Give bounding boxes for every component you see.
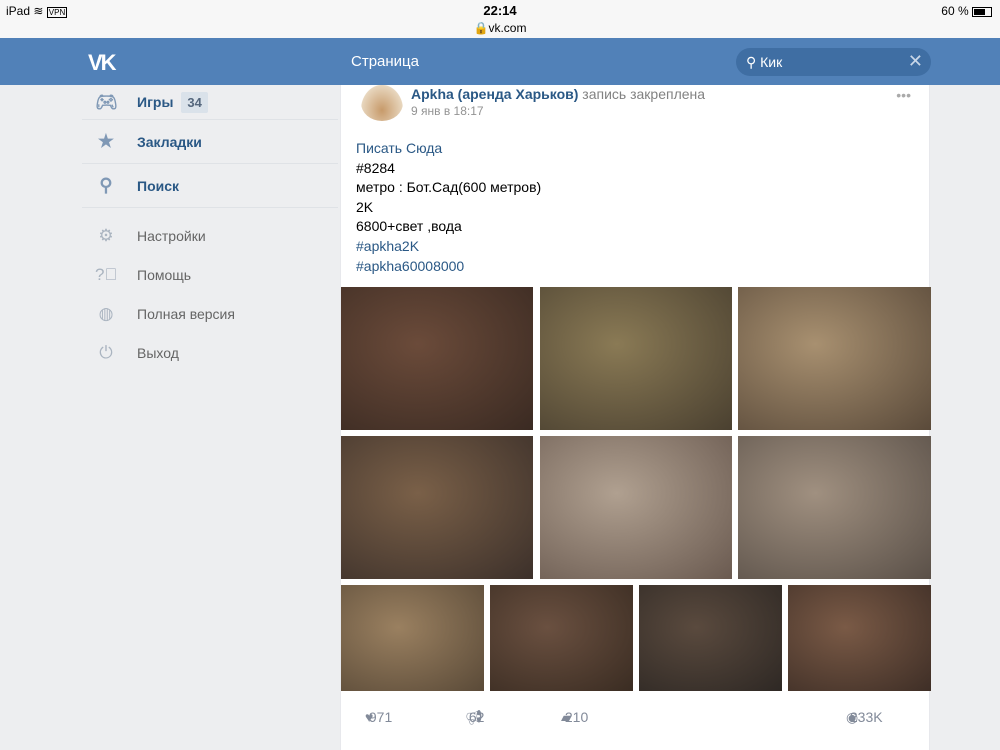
post-line: 6800+свет ,вода <box>356 218 462 235</box>
gear-icon: ⚙ <box>98 225 114 245</box>
sidebar-item-settings[interactable]: ⚙ Настройки <box>82 216 338 255</box>
share-button[interactable]: 📢︎ 62 <box>465 707 484 725</box>
post-photo[interactable] <box>490 585 633 691</box>
clear-search-icon[interactable]: ✕ <box>908 51 923 72</box>
post-photo[interactable] <box>540 287 732 430</box>
hashtag-link[interactable]: #apkha2K <box>356 237 541 257</box>
author-link[interactable]: Apkha (аренда Харьков) <box>411 86 578 102</box>
post-date[interactable]: 9 янв в 18:17 <box>411 104 484 118</box>
post-photo[interactable] <box>540 436 732 579</box>
post-line: 2K <box>356 198 374 215</box>
vk-logo[interactable]: VK <box>88 50 117 76</box>
sidebar-item-help[interactable]: ?⃝ Помощь <box>82 255 338 294</box>
status-bar: iPad ≋ VPN 22:14 🔒vk.com 60 % <box>0 0 1000 38</box>
star-icon: ★ <box>97 131 115 151</box>
post-photo[interactable] <box>738 287 931 430</box>
battery: 60 % <box>941 4 992 18</box>
sidebar: 🎮︎ Игры 34 ★ Закладки ⚲ Поиск ⚙ Настройки ?⃝ П… <box>82 85 338 372</box>
clock: 22:14 <box>483 3 517 18</box>
post-photo[interactable] <box>341 436 533 579</box>
post-photo[interactable] <box>639 585 782 691</box>
like-button[interactable]: ♥ 971 <box>365 707 392 725</box>
post-line: метро : Бот.Сад(600 метров) <box>356 179 542 196</box>
write-here-link[interactable]: Писать Сюда <box>356 139 541 159</box>
sidebar-item-full-version[interactable]: ◍ Полная версия <box>82 294 338 333</box>
gamepad-icon: 🎮︎ <box>95 91 118 112</box>
url-bar[interactable]: 🔒vk.com <box>0 21 1000 35</box>
views-counter: ◉ 233K <box>846 709 883 725</box>
sidebar-item-bookmarks[interactable]: ★ Закладки <box>82 120 338 164</box>
battery-icon <box>972 6 992 17</box>
sidebar-item-logout[interactable]: ⏻ Выход <box>82 333 338 372</box>
app-header: VK Страница ⚲ Кик ✕ <box>0 38 1000 85</box>
sidebar-item-games[interactable]: 🎮︎ Игры 34 <box>82 85 338 120</box>
pinned-label: запись закреплена <box>582 86 706 102</box>
help-icon: ?⃝ <box>95 264 118 284</box>
author-avatar[interactable] <box>361 85 403 121</box>
post-line: #8284 <box>356 159 395 176</box>
games-badge: 34 <box>181 91 208 113</box>
search-icon: ⚲ <box>746 54 757 70</box>
post-photo[interactable] <box>738 436 931 579</box>
hashtag-link[interactable]: #apkha60008000 <box>356 257 541 277</box>
search-input[interactable]: ⚲ Кик ✕ <box>736 48 931 76</box>
post-photo[interactable] <box>788 585 931 691</box>
lock-icon: 🔒 <box>473 21 489 35</box>
sidebar-item-search[interactable]: ⚲ Поиск <box>82 164 338 208</box>
post-text: Писать Сюда #8284 метро : Бот.Сад(600 ме… <box>356 139 541 276</box>
more-icon[interactable]: ••• <box>896 87 911 103</box>
comment-button[interactable]: ▰ 210 <box>561 707 588 725</box>
post-photo[interactable] <box>341 287 533 430</box>
page-title: Страница <box>351 53 419 70</box>
power-icon: ⏻ <box>99 342 113 362</box>
search-icon: ⚲ <box>99 175 113 195</box>
post-photo[interactable] <box>341 585 484 691</box>
globe-icon: ◍ <box>98 303 114 323</box>
wall-post: Apkha (аренда Харьков) запись закреплена… <box>340 85 931 750</box>
